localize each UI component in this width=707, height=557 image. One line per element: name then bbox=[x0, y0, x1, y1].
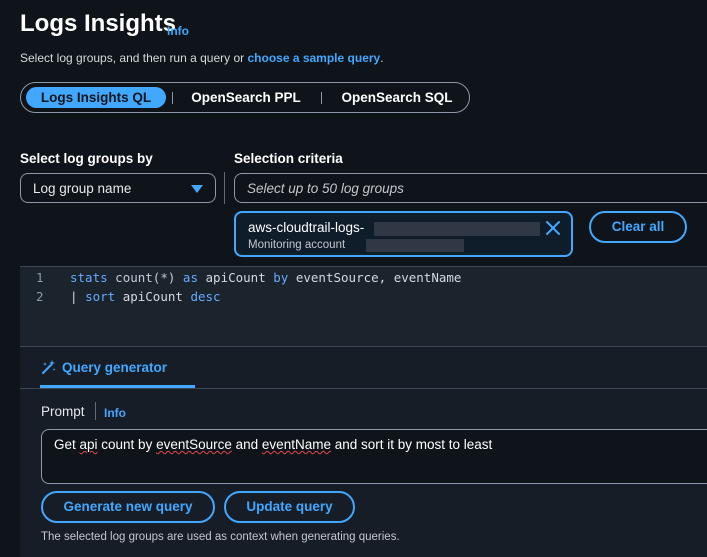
segment-divider bbox=[321, 92, 322, 104]
update-query-button[interactable]: Update query bbox=[224, 491, 355, 523]
code-token: as bbox=[182, 270, 198, 285]
generator-footnote: The selected log groups are used as cont… bbox=[41, 531, 400, 543]
code-token: stats bbox=[70, 270, 108, 285]
log-group-search-input[interactable]: Select up to 50 log groups bbox=[234, 173, 707, 203]
query-generator-panel: Query generator Prompt Info Get api coun… bbox=[20, 346, 707, 557]
query-editor[interactable]: 1 2 stats count(*) as apiCount by eventS… bbox=[20, 266, 707, 347]
query-language-segmented-control: Logs Insights QL OpenSearch PPL OpenSear… bbox=[20, 82, 470, 113]
prompt-divider bbox=[95, 402, 96, 420]
prompt-text: Get bbox=[54, 437, 80, 452]
tab-divider bbox=[20, 388, 707, 389]
page-subtitle: Select log groups, and then run a query … bbox=[20, 51, 384, 65]
prompt-label: Prompt bbox=[41, 404, 85, 419]
log-group-selector-value: Log group name bbox=[33, 181, 132, 196]
code-token: apiCount bbox=[122, 289, 183, 304]
caret-down-icon bbox=[191, 185, 203, 193]
sample-query-link[interactable]: choose a sample query bbox=[247, 51, 380, 65]
log-group-selector-dropdown[interactable]: Log group name bbox=[20, 173, 216, 203]
segment-opensearch-sql[interactable]: OpenSearch SQL bbox=[329, 87, 465, 108]
token-log-group-name: aws-cloudtrail-logs- bbox=[248, 220, 365, 235]
page-title: Logs Insights bbox=[20, 10, 176, 37]
line-number: 2 bbox=[36, 289, 44, 304]
prompt-textarea[interactable]: Get api count by eventSource and eventNa… bbox=[41, 429, 707, 484]
editor-gutter: 1 2 bbox=[20, 267, 68, 347]
prompt-text: and bbox=[231, 437, 262, 452]
segment-opensearch-ppl[interactable]: OpenSearch PPL bbox=[179, 87, 313, 108]
subtitle-text: Select log groups, and then run a query … bbox=[20, 51, 248, 65]
prompt-text: and sort it by most to least bbox=[330, 437, 493, 452]
segment-logs-insights-ql[interactable]: Logs Insights QL bbox=[26, 87, 166, 108]
line-number: 1 bbox=[36, 270, 44, 285]
token-account-label: Monitoring account bbox=[248, 239, 346, 251]
code-line-2: | sort apiCount desc bbox=[70, 289, 221, 304]
prompt-text: count by bbox=[97, 437, 157, 452]
segment-divider bbox=[172, 92, 173, 104]
code-line-1: stats count(*) as apiCount by eventSourc… bbox=[70, 270, 461, 285]
code-token: count(*) bbox=[115, 270, 176, 285]
code-token: | bbox=[70, 289, 78, 304]
generate-new-query-button[interactable]: Generate new query bbox=[41, 491, 215, 523]
subtitle-suffix: . bbox=[380, 51, 384, 65]
code-token: apiCount bbox=[205, 270, 266, 285]
tab-query-generator[interactable]: Query generator bbox=[41, 359, 167, 387]
clear-all-button[interactable]: Clear all bbox=[589, 211, 687, 243]
redacted-block bbox=[374, 222, 540, 236]
prompt-info-link[interactable]: Info bbox=[104, 406, 126, 420]
field-divider bbox=[224, 172, 225, 204]
code-token: by bbox=[273, 270, 289, 285]
prompt-text-misspelled: api bbox=[79, 437, 98, 452]
selection-criteria-label: Selection criteria bbox=[234, 151, 343, 166]
prompt-text-misspelled: eventSource bbox=[156, 437, 232, 452]
close-icon[interactable] bbox=[545, 220, 561, 236]
selected-log-group-token: aws-cloudtrail-logs- Monitoring account bbox=[234, 211, 573, 257]
sparkle-wand-icon bbox=[42, 360, 56, 374]
log-group-selector-label: Select log groups by bbox=[20, 151, 153, 166]
tab-query-generator-label: Query generator bbox=[62, 360, 168, 375]
code-token: eventSource, eventName bbox=[295, 270, 462, 285]
redacted-block bbox=[366, 239, 464, 252]
info-link[interactable]: Info bbox=[167, 24, 189, 38]
code-token: desc bbox=[190, 289, 221, 304]
code-token: sort bbox=[85, 289, 116, 304]
prompt-text-misspelled: eventName bbox=[261, 437, 331, 452]
